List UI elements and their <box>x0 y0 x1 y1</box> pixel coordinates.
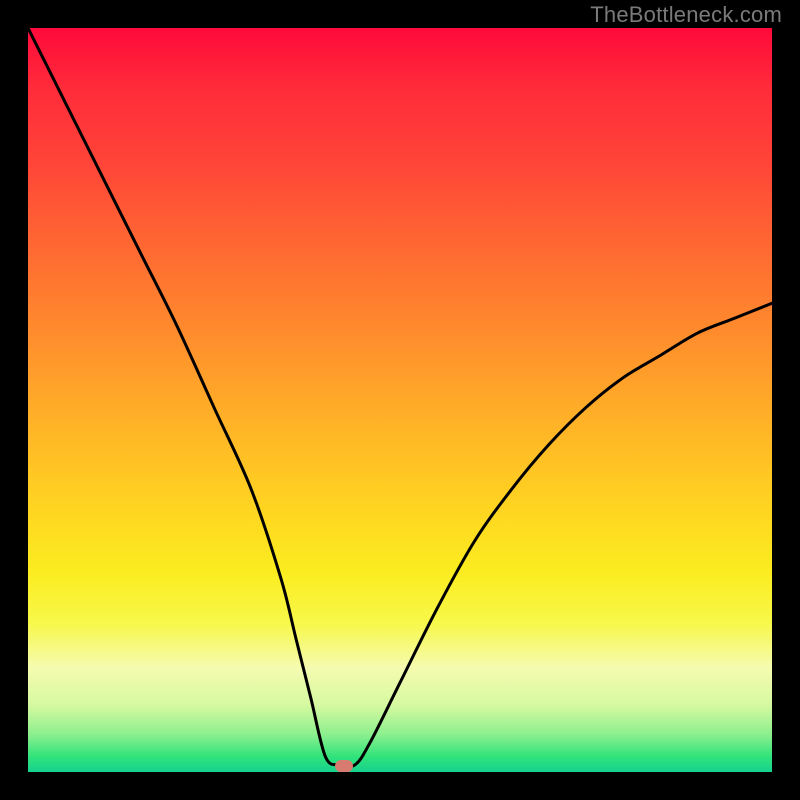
watermark-text: TheBottleneck.com <box>590 2 782 28</box>
bottleneck-curve <box>28 28 772 772</box>
plot-area <box>28 28 772 772</box>
chart-frame: TheBottleneck.com <box>0 0 800 800</box>
minimum-marker <box>335 760 353 772</box>
curve-path <box>28 28 772 767</box>
